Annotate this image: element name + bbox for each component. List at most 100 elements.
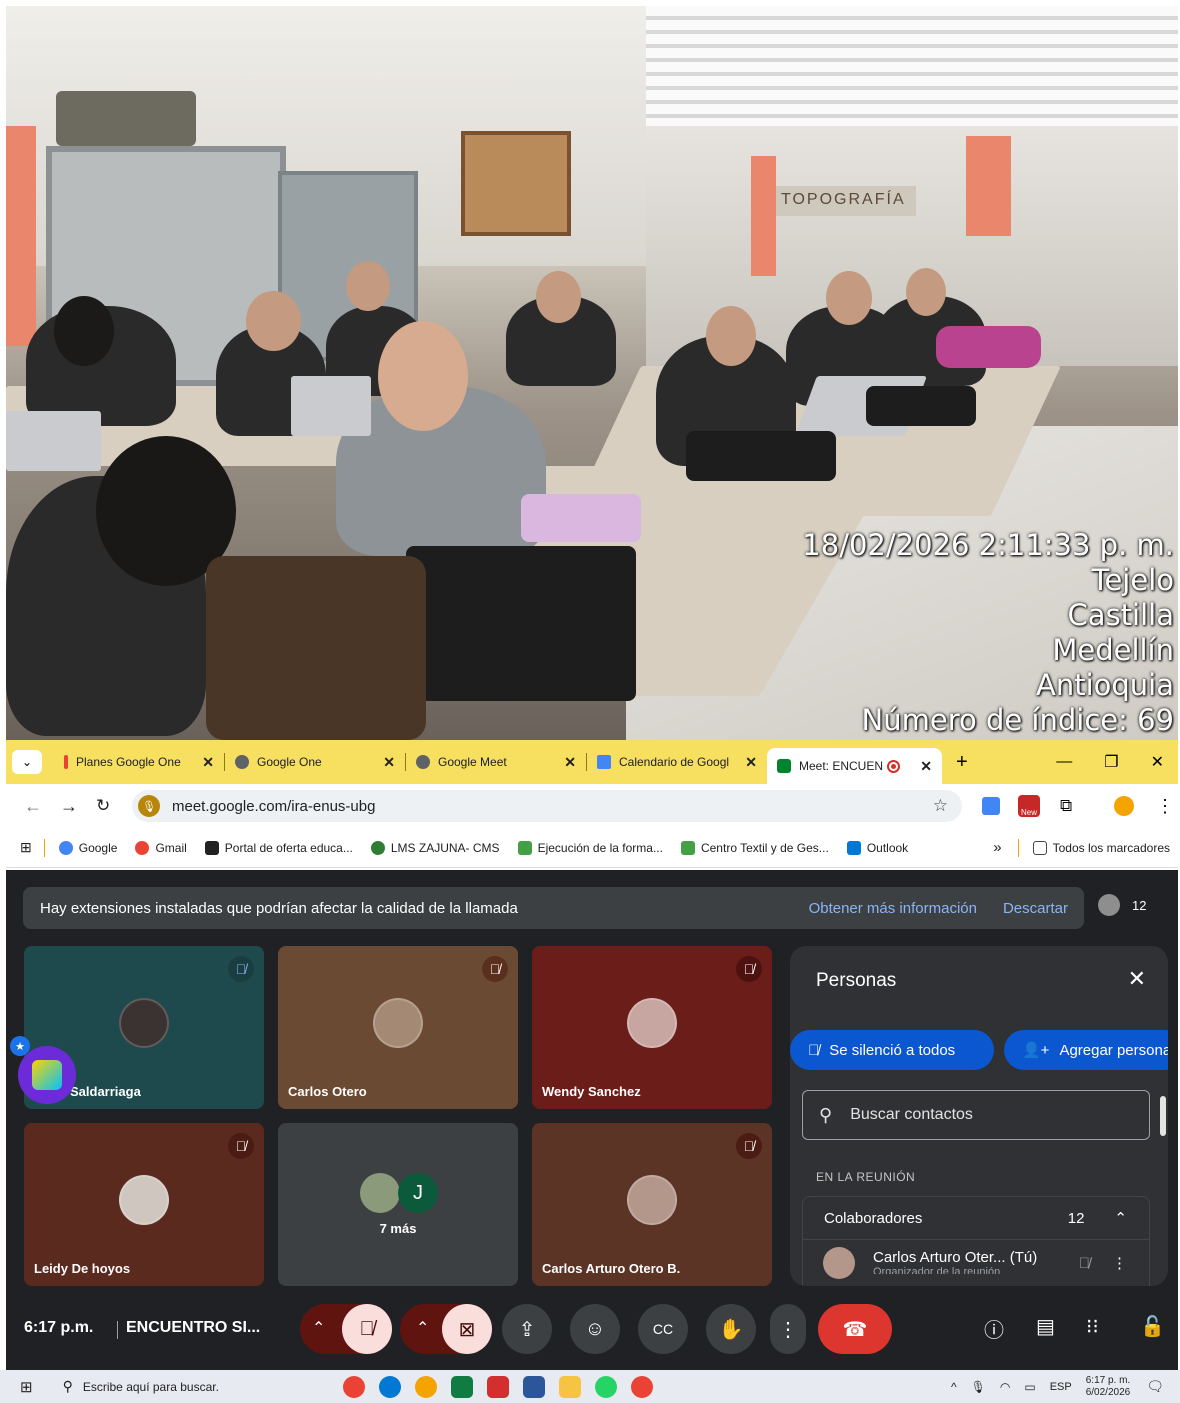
forward-icon[interactable]: →: [60, 796, 78, 817]
close-tab-icon[interactable]: ✕: [383, 754, 395, 771]
omnibox[interactable]: 🎙 meet.google.com/ira-enus-ubg ☆: [132, 790, 962, 822]
show-hidden-icons-icon[interactable]: ^: [951, 1380, 957, 1394]
word-icon[interactable]: [522, 1375, 545, 1398]
host-controls-icon[interactable]: 🔓: [1140, 1314, 1165, 1339]
bookmark-outlook[interactable]: Outlook: [846, 840, 908, 855]
photo-backpack: [406, 546, 636, 701]
bookmark-star-icon[interactable]: ☆: [933, 796, 948, 816]
participant-tile[interactable]: 🎙̸ Wendy Sanchez: [532, 946, 772, 1109]
photo-watermark: 18/02/2026 2:11:33 p. m. Tejelo Castilla…: [802, 528, 1174, 738]
participant-tile[interactable]: 🎙̸ Carlos Arturo Otero B.: [532, 1123, 772, 1286]
bookmark-gmail[interactable]: Gmail: [135, 840, 187, 855]
translate-extension-icon[interactable]: [982, 797, 1000, 815]
excel-icon[interactable]: [450, 1375, 473, 1398]
photo-location-1: Tejelo: [1091, 563, 1174, 597]
participant-count-button[interactable]: 12: [1098, 887, 1168, 923]
bookmark-portal[interactable]: Portal de oferta educa...: [204, 840, 353, 855]
close-panel-icon[interactable]: ✕: [1128, 966, 1146, 992]
more-bookmarks-button[interactable]: »: [993, 839, 1001, 856]
chrome-icon[interactable]: [630, 1375, 653, 1398]
close-tab-icon[interactable]: ✕: [745, 754, 757, 771]
microphone-icon[interactable]: 🎙: [971, 1380, 986, 1394]
star-badge-icon: ★: [10, 1036, 30, 1056]
reload-icon[interactable]: ↻: [96, 796, 110, 816]
more-participants-tile[interactable]: J 7 más: [278, 1123, 518, 1286]
close-window-icon[interactable]: ✕: [1151, 752, 1164, 772]
new-extension-icon[interactable]: New: [1018, 795, 1040, 817]
raise-hand-button[interactable]: ✋: [706, 1304, 756, 1354]
input-language[interactable]: ESP: [1050, 1381, 1072, 1393]
mute-all-button[interactable]: 🎙̸ Se silenció a todos: [790, 1030, 994, 1070]
participant-row-me[interactable]: Carlos Arturo Oter... (Tú) Organizador d…: [802, 1240, 1150, 1286]
menu-kebab-icon[interactable]: ⋮: [1156, 796, 1174, 817]
photo-sign: TOPOGRAFÍA: [776, 186, 916, 216]
acrobat-icon[interactable]: [486, 1375, 509, 1398]
camera-toggle-button[interactable]: ⊠: [442, 1304, 492, 1354]
dismiss-button[interactable]: Descartar: [1003, 900, 1068, 917]
participant-tile[interactable]: 🎙̸ Leidy De hoyos: [24, 1123, 264, 1286]
restore-icon[interactable]: ❐: [1104, 752, 1118, 772]
site-mic-icon[interactable]: 🎙: [138, 795, 160, 817]
close-tab-icon[interactable]: ✕: [564, 754, 576, 771]
tab-google-meet[interactable]: Google Meet ✕: [406, 746, 586, 778]
chrome-icon[interactable]: [342, 1375, 365, 1398]
bookmark-google[interactable]: Google: [58, 840, 117, 855]
call-controls-bar: 6:17 p.m. ENCUENTRO SI... ⌃ 🎙̸ ⌃ ⊠ ⇪ ☺ C…: [6, 1294, 1178, 1370]
profile-avatar[interactable]: [1114, 796, 1134, 816]
present-screen-button[interactable]: ⇪: [502, 1304, 552, 1354]
tab-google-one[interactable]: Google One ✕: [225, 746, 405, 778]
avatar: [823, 1247, 855, 1279]
bookmark-ejecucion[interactable]: Ejecución de la forma...: [517, 840, 663, 855]
back-icon[interactable]: ←: [24, 796, 42, 817]
chrome-profile-icon[interactable]: [414, 1375, 437, 1398]
bookmark-lms[interactable]: LMS ZAJUNA- CMS: [370, 840, 500, 855]
leave-call-button[interactable]: ☎: [818, 1304, 892, 1354]
meet-icon: [777, 759, 791, 773]
more-options-button[interactable]: ⋮: [770, 1304, 806, 1354]
taskbar-search-input[interactable]: Escribe aquí para buscar.: [83, 1380, 343, 1394]
extensions-puzzle-icon[interactable]: ⧉: [1060, 796, 1072, 816]
add-people-button[interactable]: 👤+ Agregar persona: [1004, 1030, 1168, 1070]
scrollbar-thumb[interactable]: [1160, 1096, 1166, 1136]
whatsapp-icon[interactable]: [594, 1375, 617, 1398]
bookmark-centro-textil[interactable]: Centro Textil y de Ges...: [680, 840, 829, 855]
participant-tile[interactable]: 🎙̸ Carlos Otero: [278, 946, 518, 1109]
avatar: [627, 1174, 677, 1225]
captions-button[interactable]: CC: [638, 1304, 688, 1354]
close-tab-icon[interactable]: ✕: [202, 754, 214, 771]
floating-extension-icon[interactable]: [18, 1046, 76, 1104]
display-icon[interactable]: ▭: [1024, 1380, 1035, 1394]
search-placeholder: Buscar contactos: [850, 1106, 973, 1123]
close-tab-icon[interactable]: ✕: [920, 758, 932, 775]
tab-calendar[interactable]: Calendario de Googl ✕: [587, 746, 767, 778]
camera-options-chevron-icon[interactable]: ⌃: [416, 1318, 429, 1338]
taskbar-clock[interactable]: 6:17 p. m. 6/02/2026: [1086, 1375, 1131, 1399]
file-explorer-icon[interactable]: [558, 1375, 581, 1398]
more-options-icon[interactable]: ⋮: [1112, 1254, 1127, 1272]
tab-planes-google-one[interactable]: Planes Google One ✕: [54, 746, 224, 778]
muted-mic-icon: 🎙̸: [228, 1133, 254, 1159]
lms-icon: [370, 840, 385, 855]
tab-meet-active[interactable]: Meet: ENCUENT ✕: [767, 748, 942, 784]
learn-more-link[interactable]: Obtener más información: [809, 900, 977, 917]
tab-search-chevron-icon[interactable]: ⌄: [12, 750, 42, 774]
url-text[interactable]: meet.google.com/ira-enus-ubg: [172, 798, 375, 815]
edge-icon[interactable]: [378, 1375, 401, 1398]
notifications-icon[interactable]: 🗨: [1146, 1378, 1164, 1395]
chat-icon[interactable]: ▤: [1036, 1314, 1055, 1339]
meeting-info-icon[interactable]: ⓘ: [984, 1314, 1004, 1343]
photo-student-head: [378, 321, 468, 431]
contacts-search[interactable]: ⚲ Buscar contactos: [802, 1090, 1150, 1140]
new-tab-button[interactable]: +: [956, 751, 968, 774]
apps-grid-icon[interactable]: ⊞: [20, 839, 32, 856]
minimize-icon[interactable]: —: [1056, 753, 1072, 771]
chevron-up-icon[interactable]: ⌃: [1114, 1209, 1127, 1227]
activities-icon[interactable]: ⁝⁝: [1086, 1314, 1099, 1339]
collaborators-section[interactable]: Colaboradores 12 ⌃: [802, 1196, 1150, 1240]
mic-toggle-button[interactable]: 🎙̸: [342, 1304, 392, 1354]
mic-options-chevron-icon[interactable]: ⌃: [312, 1318, 325, 1338]
wifi-icon[interactable]: ◠: [1000, 1380, 1010, 1394]
windows-start-icon[interactable]: ⊞: [20, 1378, 33, 1396]
all-bookmarks-button[interactable]: Todos los marcadores: [1032, 840, 1170, 855]
emoji-reaction-button[interactable]: ☺: [570, 1304, 620, 1354]
